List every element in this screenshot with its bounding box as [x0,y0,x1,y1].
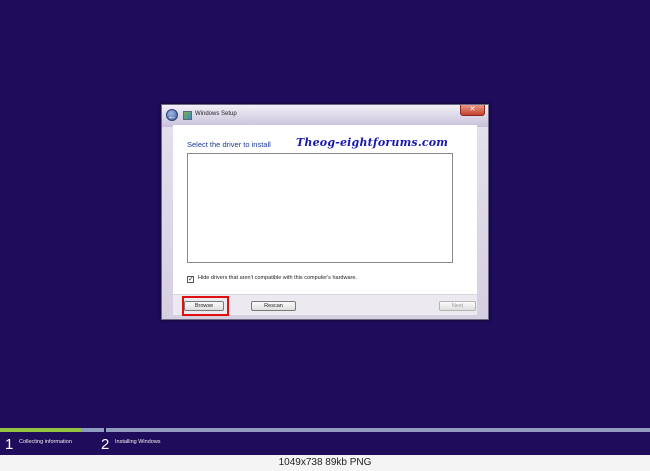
dialog-title: Windows Setup [195,111,237,117]
setup-progress-fill [0,428,82,432]
next-button[interactable]: Next [439,301,476,311]
page-heading: Select the driver to install [187,140,271,149]
windows-setup-icon [183,111,192,120]
rescan-button[interactable]: Rescan [251,301,296,311]
back-arrow-icon[interactable]: ← [166,109,178,121]
setup-background: ← Windows Setup ✕ Select the driver to i… [0,0,650,455]
windows-setup-dialog: ← Windows Setup ✕ Select the driver to i… [161,104,489,320]
image-caption: 1049x738 89kb PNG [0,455,650,471]
browse-highlight-box [182,296,229,316]
watermark-text: Theog-eightforums.com [296,136,449,149]
progress-separator [104,428,106,432]
dialog-content: Select the driver to install Theog-eight… [173,125,477,294]
step-label: Collecting information [19,439,72,445]
hide-incompatible-label: Hide drivers that aren't compatible with… [198,275,357,281]
close-button[interactable]: ✕ [460,105,485,116]
hide-incompatible-checkbox[interactable]: ✓ [187,276,194,283]
step-number: 1 [5,436,14,453]
step-label: Installing Windows [115,439,161,445]
setup-progress-bar [0,428,650,432]
dialog-titlebar: ← Windows Setup ✕ [162,105,488,127]
step-number: 2 [101,436,110,453]
driver-list[interactable] [187,153,453,263]
